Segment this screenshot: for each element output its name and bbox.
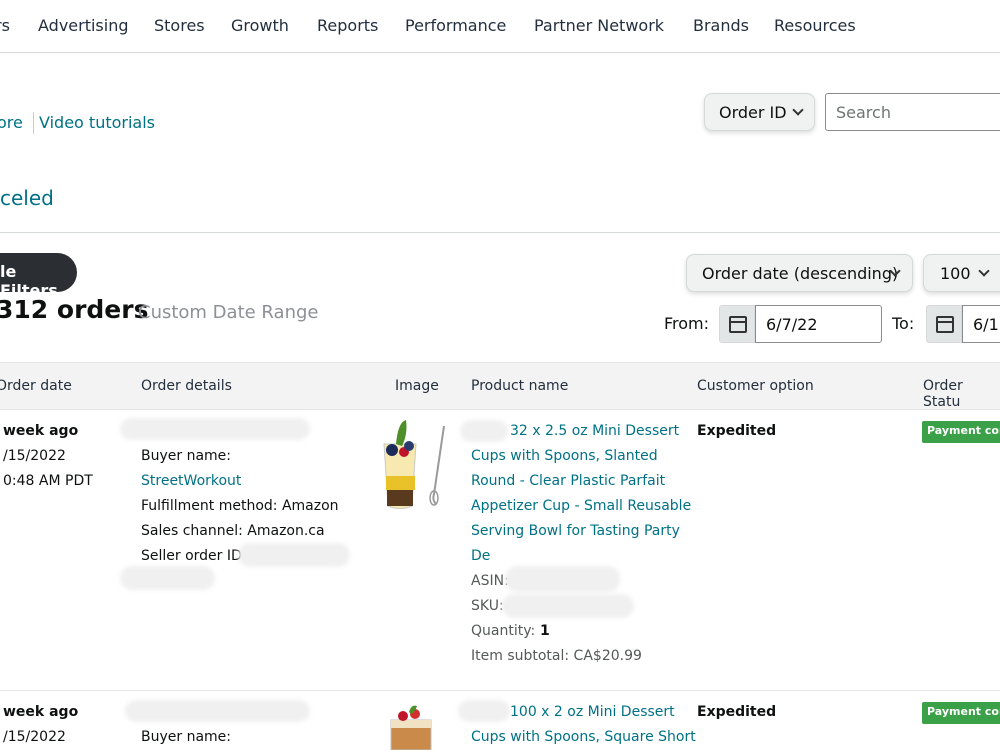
redacted-product-prefix	[460, 420, 508, 442]
page-size-label: 100	[940, 264, 971, 283]
fulfillment-method: Fulfillment method: Amazon	[141, 498, 339, 514]
nav-item-reports[interactable]: Reports	[317, 16, 378, 35]
customer-option: Expedited	[697, 423, 777, 439]
to-label: To:	[892, 314, 915, 333]
status-badge-label: Payment com	[927, 705, 1000, 718]
customer-option: Expedited	[697, 704, 777, 720]
product-name-line[interactable]: 32 x 2.5 oz Mini Dessert	[510, 419, 679, 444]
link-divider	[33, 112, 34, 134]
order-date-ago: week ago	[3, 704, 79, 720]
product-name-line[interactable]: De	[471, 544, 490, 569]
divider	[0, 232, 1000, 233]
order-date: /15/2022	[3, 448, 66, 464]
product-name-line[interactable]: Serving Bowl for Tasting Party	[471, 519, 680, 544]
chevron-down-icon	[792, 104, 804, 116]
sort-label: Order date (descending)	[702, 264, 899, 283]
from-label: From:	[664, 314, 710, 333]
asin-label: ASIN:	[471, 573, 509, 589]
product-name-line[interactable]: Cups with Spoons, Slanted	[471, 444, 658, 469]
product-name-line[interactable]: 100 x 2 oz Mini Dessert	[510, 700, 675, 725]
redacted-seller-order-id	[238, 543, 350, 567]
calendar-icon	[729, 316, 747, 333]
order-date: /15/2022	[3, 729, 66, 745]
sales-channel: Sales channel: Amazon.ca	[141, 523, 325, 539]
to-date-value: 6/1	[973, 315, 999, 334]
buyer-name-link[interactable]: StreetWorkout	[141, 469, 241, 494]
order-time: 0:48 AM PDT	[3, 473, 93, 489]
column-header-order-details: Order details	[141, 378, 232, 394]
product-name-line[interactable]: Appetizer Cup - Small Reusable	[471, 494, 691, 519]
buyer-name-label: Buyer name:	[141, 729, 232, 745]
date-range-label: Custom Date Range	[138, 302, 319, 323]
quantity-label: Quantity:	[471, 623, 536, 639]
status-badge: Payment com	[922, 702, 1000, 724]
item-subtotal: Item subtotal: CA$20.99	[471, 648, 642, 664]
nav-item-resources[interactable]: Resources	[774, 16, 856, 35]
chevron-down-icon	[978, 265, 990, 277]
product-image[interactable]	[385, 704, 445, 750]
nav-item-stores[interactable]: Stores	[154, 16, 205, 35]
video-tutorials-link[interactable]: Video tutorials	[39, 113, 155, 132]
status-badge: Payment com	[922, 421, 1000, 443]
quantity-value: 1	[540, 623, 550, 639]
page-size-dropdown[interactable]: 100	[923, 254, 1000, 292]
search-type-dropdown[interactable]: Order ID	[704, 93, 815, 131]
from-date-input[interactable]: 6/7/22	[755, 305, 882, 343]
tab-cancelled[interactable]: celed	[0, 186, 54, 210]
search-type-label: Order ID	[719, 103, 787, 122]
column-header-product-name: Product name	[471, 378, 569, 394]
buyer-name-label: Buyer name:	[141, 448, 232, 464]
nav-item-brands[interactable]: Brands	[693, 16, 749, 35]
column-header-order-date[interactable]: Order date	[0, 378, 72, 394]
toggle-filters-button[interactable]: le Filters	[0, 253, 77, 300]
table-header: Order date Order details Image Product n…	[0, 362, 1000, 410]
search-input[interactable]: Search	[825, 93, 1000, 131]
nav-item-performance[interactable]: Performance	[405, 16, 506, 35]
learn-more-link[interactable]: ore	[0, 113, 23, 132]
redacted-asin	[505, 566, 620, 592]
redacted-order-id	[125, 700, 310, 722]
redacted-product-prefix	[458, 700, 510, 722]
redacted-sku	[502, 594, 634, 618]
nav-item-advertising[interactable]: Advertising	[38, 16, 129, 35]
row-divider	[0, 690, 1000, 691]
redacted-seller-order-id-cont	[120, 566, 215, 590]
to-calendar-button[interactable]	[926, 305, 962, 343]
nav-item-partial[interactable]: rs	[0, 16, 10, 35]
orders-count: 312 orders	[0, 295, 149, 324]
sku-label: SKU:	[471, 598, 504, 614]
status-badge-label: Payment com	[927, 424, 1000, 437]
calendar-icon	[936, 316, 954, 333]
column-header-customer-option: Customer option	[697, 378, 814, 394]
from-date-value: 6/7/22	[766, 315, 818, 334]
order-date-ago: week ago	[3, 423, 79, 439]
nav-item-partner-network[interactable]: Partner Network	[534, 16, 664, 35]
search-placeholder: Search	[836, 103, 891, 122]
nav-item-growth[interactable]: Growth	[231, 16, 289, 35]
product-name-line[interactable]: Cups with Spoons, Square Short	[471, 725, 696, 750]
to-date-input[interactable]: 6/1	[962, 305, 1000, 343]
column-header-image: Image	[395, 378, 439, 394]
redacted-order-id	[120, 418, 310, 440]
from-calendar-button[interactable]	[719, 305, 755, 343]
sort-dropdown[interactable]: Order date (descending)	[686, 254, 913, 292]
product-image[interactable]	[378, 416, 456, 512]
top-nav: rs Advertising Stores Growth Reports Per…	[0, 0, 1000, 53]
product-name-line[interactable]: Round - Clear Plastic Parfait	[471, 469, 665, 494]
column-header-order-status: Order Statu	[923, 378, 963, 410]
